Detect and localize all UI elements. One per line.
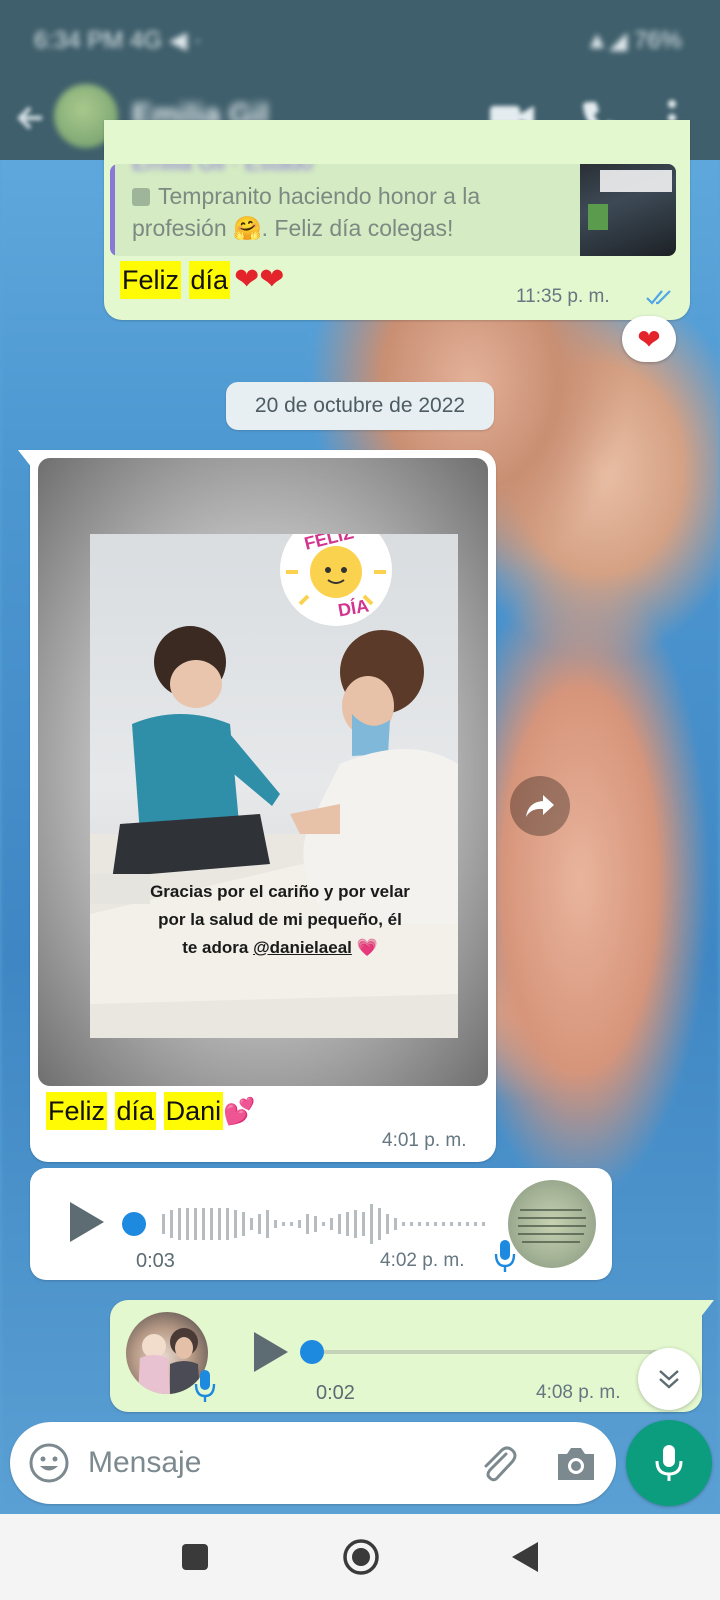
image-caption: Feliz día Dani💕 (46, 1092, 256, 1130)
camera-icon[interactable] (554, 1444, 598, 1484)
scroll-to-bottom-button[interactable] (638, 1348, 700, 1410)
play-icon[interactable] (250, 1330, 290, 1374)
quote-accent-bar (110, 164, 115, 256)
voice-record-button[interactable] (626, 1420, 712, 1506)
heart-reaction-emoji: ❤ (637, 323, 661, 355)
bubble-tail (700, 1300, 714, 1318)
back-button[interactable] (510, 1540, 540, 1574)
mic-badge-icon (194, 1370, 216, 1402)
system-navigation-bar (0, 1514, 720, 1600)
message-time: 4:08 p. m. (536, 1382, 621, 1403)
quoted-status[interactable]: Emilia Gil · Estado Tempranito haciendo … (110, 164, 676, 256)
outgoing-voice-message[interactable]: 0:02 4:08 p. m. (110, 1300, 714, 1412)
voice-waveform (162, 1204, 485, 1244)
home-button[interactable] (342, 1538, 380, 1576)
story-mention: @danielaeal (253, 938, 352, 957)
attach-icon[interactable] (476, 1442, 520, 1486)
message-time: 4:02 p. m. (380, 1250, 465, 1271)
story-emoji: 💗 (356, 938, 378, 957)
highlighted-word: Feliz (120, 261, 182, 299)
playback-scrubber[interactable] (300, 1340, 324, 1364)
message-time: 11:35 p. m. (516, 286, 610, 307)
date-separator: 20 de octubre de 2022 (226, 382, 494, 430)
forward-button[interactable] (510, 776, 570, 836)
hearts-emoji: 💕 (223, 1096, 256, 1126)
highlighted-word: Feliz (46, 1092, 108, 1130)
quoted-thumbnail (580, 164, 676, 256)
read-ticks-icon (646, 290, 671, 305)
hearts-emoji: ❤❤ (234, 263, 285, 296)
back-arrow-icon[interactable] (14, 98, 48, 138)
sender-avatar[interactable] (508, 1180, 596, 1268)
incoming-voice-message[interactable]: 0:03 4:02 p. m. (30, 1168, 612, 1280)
photo-illustration (90, 534, 458, 1038)
forward-icon (526, 795, 554, 817)
play-icon[interactable] (66, 1200, 106, 1244)
highlighted-word: Dani (163, 1092, 224, 1130)
quoted-text: Tempranito haciendo honor a la profesión… (132, 183, 481, 241)
highlighted-word: día (114, 1092, 157, 1130)
emoji-icon[interactable] (28, 1442, 70, 1484)
story-photo: FELIZ DÍA (90, 534, 458, 1038)
playback-scrubber[interactable] (122, 1212, 146, 1236)
message-time: 4:01 p. m. (382, 1130, 467, 1151)
double-chevron-down-icon (659, 1370, 679, 1389)
message-input[interactable] (88, 1442, 448, 1484)
heart-reaction[interactable]: ❤ (622, 316, 676, 362)
reply-text: Feliz día ❤❤ (120, 261, 285, 299)
mic-badge-icon (494, 1240, 516, 1272)
incoming-image-message[interactable]: FELIZ DÍA Gracias por el cariño y por ve… (18, 450, 496, 1162)
status-bar-right: ▲◢ 76% (585, 27, 682, 54)
playback-track[interactable] (310, 1350, 670, 1354)
recent-apps-button[interactable] (182, 1544, 208, 1570)
outgoing-reply-message[interactable]: Emilia Gil · Estado Tempranito haciendo … (104, 120, 690, 320)
microphone-icon (655, 1445, 683, 1481)
voice-duration: 0:03 (136, 1250, 175, 1272)
status-bar: 6:34 PM 4G ◀ · ▲◢ 76% (0, 0, 720, 78)
story-caption: Gracias por el cariño y por velar por la… (150, 878, 410, 962)
bubble-tail (18, 450, 32, 468)
quoted-author: Emilia Gil · Estado (132, 164, 313, 176)
highlighted-word: día (188, 261, 231, 299)
message-compose-bar (10, 1422, 616, 1504)
status-bar-left: 6:34 PM 4G ◀ · (34, 27, 202, 54)
image-attachment[interactable]: FELIZ DÍA Gracias por el cariño y por ve… (38, 458, 488, 1086)
voice-duration: 0:02 (316, 1382, 355, 1404)
